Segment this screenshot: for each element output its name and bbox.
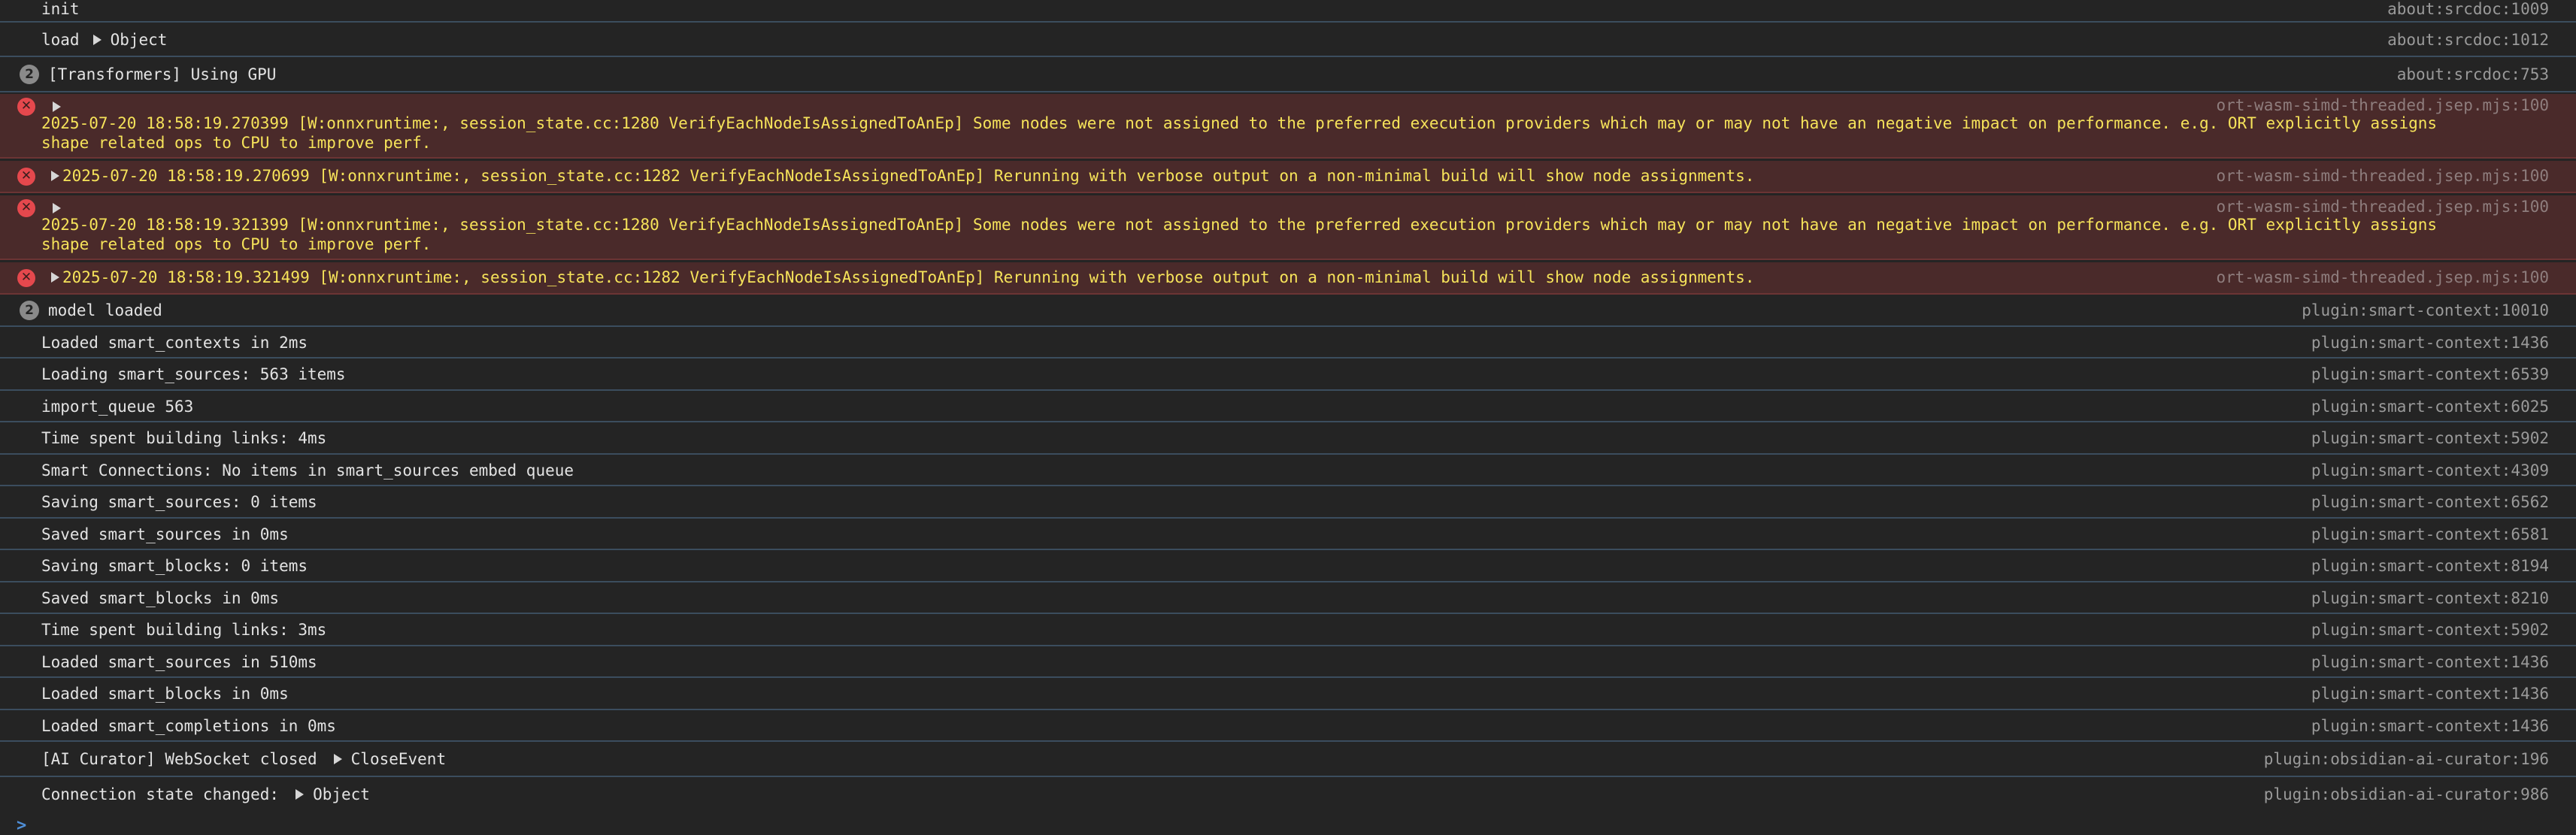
source-link[interactable]: plugin:obsidian-ai-curator:196	[2264, 749, 2549, 769]
source-link[interactable]: plugin:smart-context:10010	[2302, 301, 2549, 320]
log-row: Loaded smart_blocks in 0ms plugin:smart-…	[0, 678, 2576, 710]
log-row: Saving smart_sources: 0 items plugin:sma…	[0, 486, 2576, 519]
error-row: ✕ 2025-07-20 18:58:19.270699 [W:onnxrunt…	[0, 161, 2576, 193]
log-row: Loaded smart_completions in 0ms plugin:s…	[0, 710, 2576, 742]
log-row: Saving smart_blocks: 0 items plugin:smar…	[0, 550, 2576, 582]
expand-triangle-icon[interactable]	[295, 789, 305, 800]
expand-triangle-icon[interactable]	[51, 171, 59, 181]
devtools-console: init about:srcdoc:1009 load Object about:…	[0, 0, 2576, 835]
error-row: ✕ ort-wasm-simd-threaded.jsep.mjs:100 20…	[0, 195, 2576, 260]
error-message-line: shape related ops to CPU to improve perf…	[41, 235, 432, 253]
source-link[interactable]: plugin:smart-context:1436	[2311, 684, 2549, 703]
console-prompt-chevron-icon[interactable]: >	[17, 816, 26, 835]
log-row: import_queue 563 plugin:smart-context:60…	[0, 391, 2576, 422]
source-link[interactable]: plugin:smart-context:6025	[2311, 397, 2549, 416]
log-row: Time spent building links: 4ms plugin:sm…	[0, 422, 2576, 455]
object-preview[interactable]: CloseEvent	[351, 750, 446, 768]
log-row: load Object about:srcdoc:1012	[0, 23, 2576, 57]
expand-triangle-icon[interactable]	[51, 272, 59, 283]
error-icon: ✕	[17, 199, 35, 217]
log-message: Saving smart_blocks: 0 items	[41, 557, 308, 575]
source-link[interactable]: about:srcdoc:1012	[2387, 30, 2549, 50]
log-row: Saved smart_sources in 0ms plugin:smart-…	[0, 519, 2576, 550]
error-message-line: 2025-07-20 18:58:19.270399 [W:onnxruntim…	[41, 114, 2438, 132]
log-row: 2 model loaded plugin:smart-context:1001…	[0, 295, 2576, 327]
source-link[interactable]: plugin:smart-context:1436	[2311, 716, 2549, 736]
object-preview[interactable]: Object	[111, 31, 168, 49]
source-link[interactable]: ort-wasm-simd-threaded.jsep.mjs:100	[2216, 166, 2549, 186]
error-message: 2025-07-20 18:58:19.321499 [W:onnxruntim…	[51, 268, 1754, 287]
log-message: Loaded smart_completions in 0ms	[41, 717, 336, 735]
source-link[interactable]: plugin:smart-context:6562	[2311, 492, 2549, 512]
log-text: [AI Curator] WebSocket closed	[41, 750, 317, 768]
error-icon: ✕	[17, 269, 35, 287]
expand-triangle-icon[interactable]	[53, 101, 61, 112]
expand-triangle-icon[interactable]	[53, 203, 61, 213]
source-link[interactable]: plugin:smart-context:5902	[2311, 428, 2549, 448]
log-row: Loaded smart_contexts in 2ms plugin:smar…	[0, 327, 2576, 359]
log-row: Loading smart_sources: 563 items plugin:…	[0, 359, 2576, 391]
source-link[interactable]: ort-wasm-simd-threaded.jsep.mjs:100	[2216, 197, 2549, 216]
error-text: 2025-07-20 18:58:19.321499 [W:onnxruntim…	[62, 268, 1755, 286]
error-text: 2025-07-20 18:58:19.270699 [W:onnxruntim…	[62, 167, 1755, 185]
expand-triangle-icon[interactable]	[92, 35, 102, 45]
log-message: [Transformers] Using GPU	[48, 65, 277, 83]
log-message: Time spent building links: 4ms	[41, 429, 327, 447]
log-message: Loaded smart_blocks in 0ms	[41, 685, 289, 703]
log-message: import_queue 563	[41, 398, 194, 416]
error-row: ✕ 2025-07-20 18:58:19.321499 [W:onnxrunt…	[0, 262, 2576, 295]
log-row: init about:srcdoc:1009	[0, 0, 2576, 23]
log-row: [AI Curator] WebSocket closed CloseEvent …	[0, 742, 2576, 777]
log-row: Time spent building links: 3ms plugin:sm…	[0, 614, 2576, 646]
source-link[interactable]: plugin:smart-context:4309	[2311, 461, 2549, 480]
repeat-count-badge: 2	[20, 65, 39, 84]
log-message: Saved smart_blocks in 0ms	[41, 589, 280, 607]
error-row: ✕ ort-wasm-simd-threaded.jsep.mjs:100 20…	[0, 94, 2576, 159]
log-row: Saved smart_blocks in 0ms plugin:smart-c…	[0, 582, 2576, 614]
log-message: Saving smart_sources: 0 items	[41, 493, 317, 511]
error-message-line: 2025-07-20 18:58:19.321399 [W:onnxruntim…	[41, 216, 2438, 234]
source-link[interactable]: ort-wasm-simd-threaded.jsep.mjs:100	[2216, 268, 2549, 287]
log-message: Time spent building links: 3ms	[41, 621, 327, 639]
log-message: model loaded	[48, 301, 162, 319]
log-message: Saved smart_sources in 0ms	[41, 525, 289, 543]
log-row: 2 [Transformers] Using GPU about:srcdoc:…	[0, 57, 2576, 92]
source-link[interactable]: plugin:smart-context:8194	[2311, 556, 2549, 576]
source-link[interactable]: plugin:smart-context:1436	[2311, 652, 2549, 672]
log-message: Loaded smart_sources in 510ms	[41, 653, 317, 671]
source-link[interactable]: ort-wasm-simd-threaded.jsep.mjs:100	[2216, 95, 2549, 115]
error-message: 2025-07-20 18:58:19.270699 [W:onnxruntim…	[51, 166, 1754, 186]
error-icon: ✕	[17, 168, 35, 186]
log-text: Connection state changed:	[41, 785, 280, 803]
source-link[interactable]: plugin:smart-context:6581	[2311, 525, 2549, 544]
source-link[interactable]: about:srcdoc:753	[2397, 65, 2549, 84]
log-message: Connection state changed: Object	[41, 785, 370, 804]
repeat-count-badge: 2	[20, 301, 39, 320]
source-link[interactable]: plugin:smart-context:5902	[2311, 620, 2549, 640]
log-message: load Object	[41, 30, 167, 50]
log-message: init	[41, 0, 80, 18]
log-row: Smart Connections: No items in smart_sou…	[0, 455, 2576, 486]
expand-triangle-icon[interactable]	[333, 754, 342, 764]
source-link[interactable]: plugin:smart-context:6539	[2311, 365, 2549, 384]
source-link[interactable]: plugin:obsidian-ai-curator:986	[2264, 785, 2549, 804]
log-message: [AI Curator] WebSocket closed CloseEvent	[41, 749, 446, 769]
log-message: Loading smart_sources: 563 items	[41, 365, 346, 383]
source-link[interactable]: plugin:smart-context:1436	[2311, 333, 2549, 352]
log-row: Connection state changed: Object plugin:o…	[0, 777, 2576, 812]
error-icon: ✕	[17, 98, 35, 116]
log-text: load	[41, 31, 80, 49]
log-message: Loaded smart_contexts in 2ms	[41, 334, 308, 352]
source-link[interactable]: about:srcdoc:1009	[2387, 0, 2549, 19]
object-preview[interactable]: Object	[313, 785, 370, 803]
error-message-line: shape related ops to CPU to improve perf…	[41, 134, 432, 152]
source-link[interactable]: plugin:smart-context:8210	[2311, 588, 2549, 608]
log-row: Loaded smart_sources in 510ms plugin:sma…	[0, 646, 2576, 678]
log-message: Smart Connections: No items in smart_sou…	[41, 461, 574, 480]
